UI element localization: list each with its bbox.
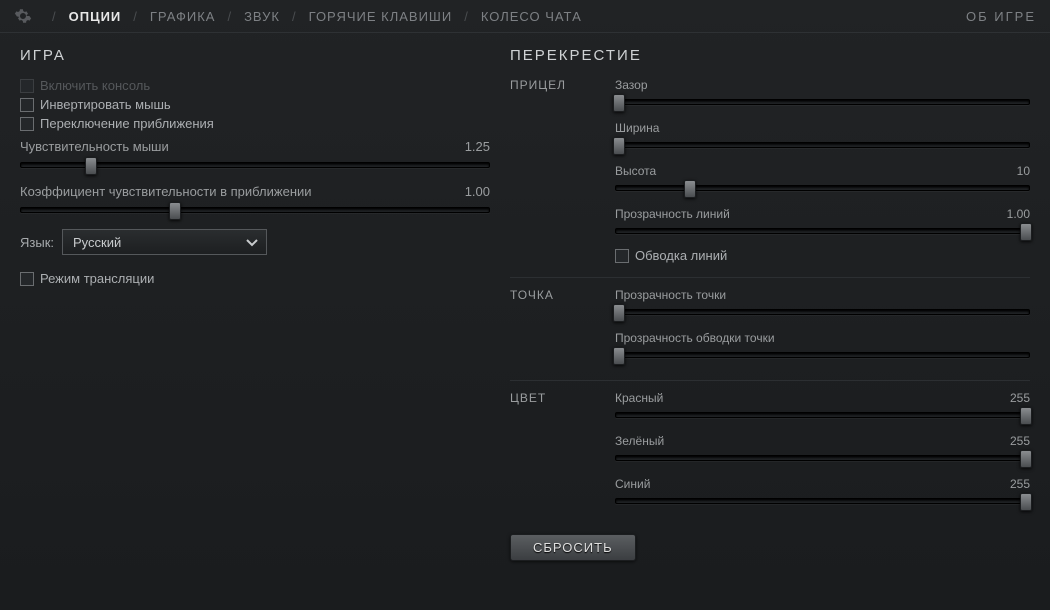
group-sight: ПРИЦЕЛ Зазор Ширина Высота 10 Прозрачност… — [510, 78, 1030, 271]
checkbox-icon — [20, 98, 34, 112]
blue-label: Синий — [615, 477, 650, 491]
dot-alpha-slider[interactable] — [615, 305, 1030, 319]
enable-console-label: Включить консоль — [40, 78, 150, 93]
line-alpha-label: Прозрачность линий — [615, 207, 730, 221]
height-row: Высота 10 — [615, 164, 1030, 195]
red-value: 255 — [1010, 391, 1030, 405]
about-link[interactable]: ОБ ИГРЕ — [966, 9, 1036, 24]
zoom-sens-slider[interactable] — [20, 203, 490, 217]
height-value: 10 — [1017, 164, 1030, 178]
nav-tabs: / ОПЦИИ / ГРАФИКА / ЗВУК / ГОРЯЧИЕ КЛАВИ… — [40, 9, 582, 24]
checkbox-icon — [20, 79, 34, 93]
dot-outline-alpha-label: Прозрачность обводки точки — [615, 331, 775, 345]
slider-thumb[interactable] — [613, 304, 625, 322]
mouse-sens-slider[interactable] — [20, 158, 490, 172]
mouse-sens-value: 1.25 — [465, 139, 490, 154]
slider-thumb[interactable] — [613, 94, 625, 112]
height-slider[interactable] — [615, 181, 1030, 195]
stream-mode-label: Режим трансляции — [40, 271, 154, 286]
checkbox-icon — [615, 249, 629, 263]
width-slider[interactable] — [615, 138, 1030, 152]
slider-thumb[interactable] — [1020, 407, 1032, 425]
width-label: Ширина — [615, 121, 659, 135]
green-value: 255 — [1010, 434, 1030, 448]
tab-chatwheel[interactable]: КОЛЕСО ЧАТА — [481, 9, 582, 24]
checkbox-icon — [20, 117, 34, 131]
chevron-down-icon — [246, 237, 258, 249]
tab-hotkeys[interactable]: ГОРЯЧИЕ КЛАВИШИ — [309, 9, 453, 24]
green-row: Зелёный 255 — [615, 434, 1030, 465]
top-nav: / ОПЦИИ / ГРАФИКА / ЗВУК / ГОРЯЧИЕ КЛАВИ… — [0, 0, 1050, 32]
outline-checkbox[interactable]: Обводка линий — [615, 248, 1030, 263]
language-value: Русский — [73, 235, 121, 250]
dot-alpha-label: Прозрачность точки — [615, 288, 726, 302]
dot-outline-alpha-row: Прозрачность обводки точки — [615, 331, 1030, 362]
crosshair-title: ПЕРЕКРЕСТИЕ — [510, 47, 1030, 64]
mouse-sens-row: Чувствительность мыши 1.25 — [20, 139, 490, 172]
group-dot-label: ТОЧКА — [510, 288, 615, 374]
stream-mode-checkbox[interactable]: Режим трансляции — [20, 271, 490, 286]
line-alpha-value: 1.00 — [1007, 207, 1030, 221]
red-label: Красный — [615, 391, 663, 405]
toggle-zoom-label: Переключение приближения — [40, 116, 214, 131]
checkbox-icon — [20, 272, 34, 286]
tab-graphics[interactable]: ГРАФИКА — [150, 9, 216, 24]
toggle-zoom-checkbox[interactable]: Переключение приближения — [20, 116, 490, 131]
width-row: Ширина — [615, 121, 1030, 152]
slider-thumb[interactable] — [169, 202, 181, 220]
blue-value: 255 — [1010, 477, 1030, 491]
slider-thumb[interactable] — [1020, 223, 1032, 241]
invert-mouse-label: Инвертировать мышь — [40, 97, 171, 112]
zoom-sens-value: 1.00 — [465, 184, 490, 199]
line-alpha-slider[interactable] — [615, 224, 1030, 238]
line-alpha-row: Прозрачность линий 1.00 — [615, 207, 1030, 238]
language-label: Язык: — [20, 235, 54, 250]
dot-outline-alpha-slider[interactable] — [615, 348, 1030, 362]
slider-thumb[interactable] — [613, 137, 625, 155]
blue-row: Синий 255 — [615, 477, 1030, 508]
red-row: Красный 255 — [615, 391, 1030, 422]
game-section: ИГРА Включить консоль Инвертировать мышь… — [20, 43, 510, 609]
language-row: Язык: Русский — [20, 229, 490, 255]
dot-alpha-row: Прозрачность точки — [615, 288, 1030, 319]
language-select[interactable]: Русский — [62, 229, 267, 255]
outline-label: Обводка линий — [635, 248, 727, 263]
gap-slider[interactable] — [615, 95, 1030, 109]
slider-thumb[interactable] — [1020, 493, 1032, 511]
red-slider[interactable] — [615, 408, 1030, 422]
tab-sound[interactable]: ЗВУК — [244, 9, 280, 24]
group-color: ЦВЕТ Красный 255 Зелёный 255 Синий 255 — [510, 391, 1030, 520]
group-color-label: ЦВЕТ — [510, 391, 615, 520]
tab-options[interactable]: ОПЦИИ — [69, 9, 122, 24]
group-dot: ТОЧКА Прозрачность точки Прозрачность об… — [510, 288, 1030, 374]
gear-icon — [14, 7, 32, 25]
mouse-sens-label: Чувствительность мыши — [20, 139, 169, 154]
green-slider[interactable] — [615, 451, 1030, 465]
crosshair-section: ПЕРЕКРЕСТИЕ ПРИЦЕЛ Зазор Ширина Высота 10… — [510, 43, 1030, 609]
green-label: Зелёный — [615, 434, 664, 448]
zoom-sens-label: Коэффициент чувствительности в приближен… — [20, 184, 312, 199]
enable-console-checkbox: Включить консоль — [20, 78, 490, 93]
slider-thumb[interactable] — [1020, 450, 1032, 468]
height-label: Высота — [615, 164, 656, 178]
group-sight-label: ПРИЦЕЛ — [510, 78, 615, 271]
gap-label: Зазор — [615, 78, 648, 92]
slider-thumb[interactable] — [85, 157, 97, 175]
slider-thumb[interactable] — [684, 180, 696, 198]
game-title: ИГРА — [20, 47, 490, 64]
zoom-sens-row: Коэффициент чувствительности в приближен… — [20, 184, 490, 217]
invert-mouse-checkbox[interactable]: Инвертировать мышь — [20, 97, 490, 112]
slider-thumb[interactable] — [613, 347, 625, 365]
reset-button[interactable]: СБРОСИТЬ — [510, 534, 636, 561]
nav-divider — [0, 32, 1050, 33]
gap-row: Зазор — [615, 78, 1030, 109]
blue-slider[interactable] — [615, 494, 1030, 508]
